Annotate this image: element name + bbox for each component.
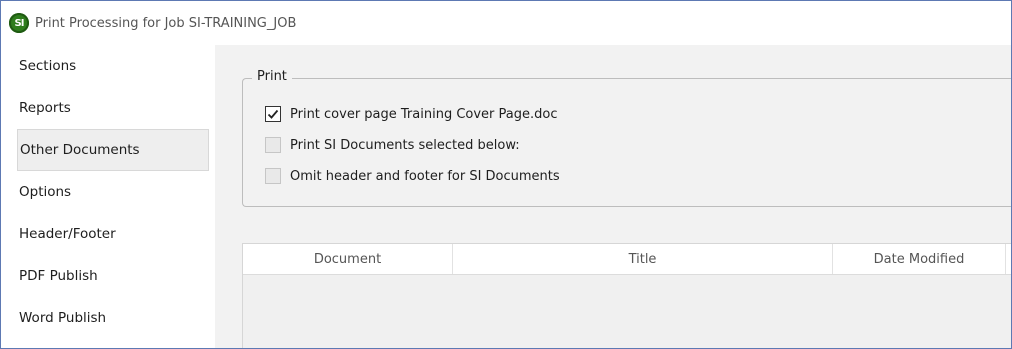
column-header-document[interactable]: Document bbox=[243, 244, 453, 274]
column-header-filler bbox=[1006, 244, 1011, 274]
print-si-documents-option[interactable]: Print SI Documents selected below: bbox=[265, 135, 520, 155]
omit-header-footer-option[interactable]: Omit header and footer for SI Documents bbox=[265, 166, 560, 186]
table-header: Document Title Date Modified bbox=[243, 244, 1011, 275]
sidebar-item-other-documents[interactable]: Other Documents bbox=[17, 129, 209, 171]
documents-table: Document Title Date Modified bbox=[242, 243, 1011, 348]
sidebar-item-sections[interactable]: Sections bbox=[1, 45, 215, 87]
print-cover-page-label: Print cover page Training Cover Page.doc bbox=[290, 106, 558, 122]
sidebar-item-label: Options bbox=[19, 184, 72, 200]
sidebar-item-reports[interactable]: Reports bbox=[1, 87, 215, 129]
sidebar-item-label: Other Documents bbox=[20, 142, 140, 158]
window-body: Sections Reports Other Documents Options… bbox=[1, 45, 1011, 348]
sidebar: Sections Reports Other Documents Options… bbox=[1, 45, 215, 348]
sidebar-item-label: PDF Publish bbox=[19, 268, 98, 284]
title-bar[interactable]: SI Print Processing for Job SI-TRAINING_… bbox=[1, 1, 1011, 45]
si-app-icon: SI bbox=[9, 13, 29, 33]
checkmark-icon bbox=[267, 109, 279, 119]
print-processing-window: SI Print Processing for Job SI-TRAINING_… bbox=[0, 0, 1012, 349]
sidebar-item-label: Header/Footer bbox=[19, 226, 116, 242]
sidebar-item-options[interactable]: Options bbox=[1, 171, 215, 213]
sidebar-item-word-publish[interactable]: Word Publish bbox=[1, 297, 215, 339]
print-groupbox: Print Print cover page Training Cover Pa… bbox=[242, 69, 1011, 207]
sidebar-item-label: Word Publish bbox=[19, 310, 107, 326]
column-header-date-modified[interactable]: Date Modified bbox=[833, 244, 1006, 274]
sidebar-item-label: Sections bbox=[19, 58, 77, 74]
sidebar-item-pdf-publish[interactable]: PDF Publish bbox=[1, 255, 215, 297]
column-header-title[interactable]: Title bbox=[453, 244, 833, 274]
print-cover-page-option[interactable]: Print cover page Training Cover Page.doc bbox=[265, 104, 558, 124]
print-group-legend: Print bbox=[252, 69, 292, 84]
print-cover-page-checkbox[interactable] bbox=[265, 106, 281, 122]
window-title: Print Processing for Job SI-TRAINING_JOB bbox=[35, 15, 297, 31]
print-si-documents-label: Print SI Documents selected below: bbox=[290, 137, 520, 153]
sidebar-item-label: Reports bbox=[19, 100, 71, 116]
omit-header-footer-checkbox[interactable] bbox=[265, 168, 281, 184]
print-si-documents-checkbox[interactable] bbox=[265, 137, 281, 153]
omit-header-footer-label: Omit header and footer for SI Documents bbox=[290, 168, 560, 184]
sidebar-item-header-footer[interactable]: Header/Footer bbox=[1, 213, 215, 255]
content-panel: Print Print cover page Training Cover Pa… bbox=[215, 45, 1011, 348]
table-body[interactable] bbox=[243, 275, 1011, 348]
